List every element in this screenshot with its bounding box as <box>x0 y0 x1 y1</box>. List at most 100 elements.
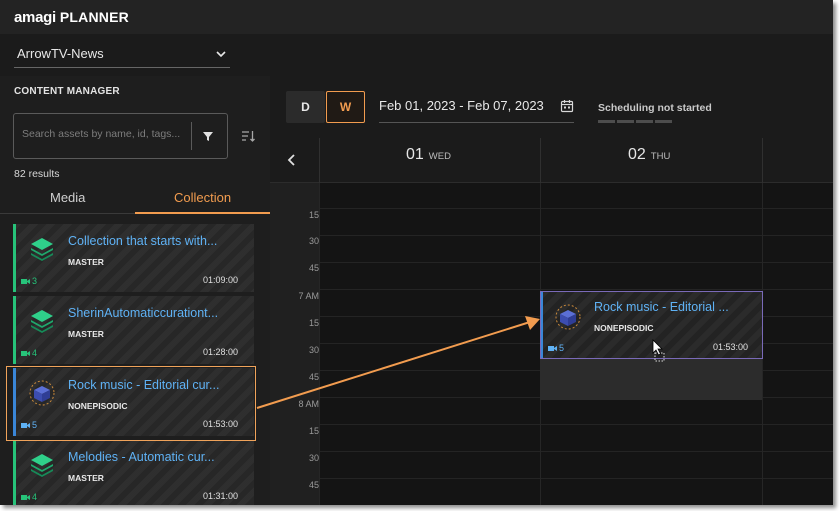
time-label: 30 <box>308 453 319 463</box>
collection-card[interactable]: Rock music - Editorial cur... NONEPISODI… <box>13 368 254 436</box>
column-separator <box>319 138 320 183</box>
day-column-header[interactable]: 01 WED <box>406 146 451 164</box>
video-camera-icon <box>548 345 557 351</box>
column-separator <box>762 138 763 183</box>
drop-target-slot[interactable] <box>540 358 762 400</box>
grid-line <box>319 478 833 479</box>
scheduling-status: Scheduling not started <box>598 102 712 114</box>
event-type: NONEPISODIC <box>594 323 654 333</box>
time-label: 15 <box>308 318 319 328</box>
stack-layers-icon <box>31 238 53 261</box>
date-range[interactable]: Feb 01, 2023 - Feb 07, 2023 <box>379 98 544 113</box>
time-label: 7 AM <box>298 291 319 301</box>
grid-line <box>319 262 833 263</box>
video-camera-icon <box>21 494 30 500</box>
card-count-value: 4 <box>32 348 38 358</box>
card-count-value: 3 <box>32 276 38 286</box>
time-gutter: 15 30 45 7 AM 15 30 45 8 AM 15 30 45 <box>270 183 319 505</box>
grid-line <box>319 424 833 425</box>
card-title: SherinAutomaticcurationt... <box>68 306 219 320</box>
grid-line <box>319 289 833 290</box>
card-duration: 01:28:00 <box>202 347 238 357</box>
time-label: 8 AM <box>298 399 319 409</box>
time-label: 45 <box>308 372 319 382</box>
calendar-icon[interactable] <box>560 99 574 113</box>
column-separator <box>540 138 541 183</box>
channel-select[interactable]: ArrowTV-News <box>14 40 230 68</box>
content-manager-panel: CONTENT MANAGER 82 results Media Collect… <box>0 76 270 505</box>
day-number: 01 <box>406 146 424 163</box>
card-accent-bar <box>13 368 16 436</box>
chevron-down-icon <box>216 50 226 57</box>
card-accent-bar <box>13 296 16 364</box>
week-view-button[interactable]: W <box>326 91 365 123</box>
stack-layers-icon <box>31 310 53 333</box>
card-type: MASTER <box>68 473 104 483</box>
day-number: 02 <box>628 146 646 163</box>
event-title: Rock music - Editorial ... <box>594 300 729 314</box>
search-box <box>13 113 228 159</box>
day-view-button[interactable]: D <box>286 91 325 123</box>
stack-layers-icon <box>31 454 53 477</box>
day-name: WED <box>428 151 451 162</box>
time-label: 30 <box>308 236 319 246</box>
tab-collection[interactable]: Collection <box>174 190 231 205</box>
filter-icon[interactable] <box>200 128 216 144</box>
card-count-value: 4 <box>32 492 38 502</box>
event-count: 5 <box>548 343 564 353</box>
day-column-header[interactable]: 02 THU <box>628 146 670 164</box>
panel-title: CONTENT MANAGER <box>14 86 120 97</box>
asset-tabs: Media Collection <box>0 182 270 214</box>
video-camera-icon <box>21 422 30 428</box>
time-label: 15 <box>308 210 319 220</box>
card-count: 4 <box>21 492 37 502</box>
card-title: Collection that starts with... <box>68 234 218 248</box>
time-label: 45 <box>308 263 319 273</box>
channel-bar: ArrowTV-News <box>0 34 833 76</box>
search-input[interactable] <box>22 128 187 140</box>
event-count-value: 5 <box>559 343 565 353</box>
card-type: MASTER <box>68 329 104 339</box>
top-bar: amagi PLANNER <box>0 0 833 34</box>
card-duration: 01:09:00 <box>202 275 238 285</box>
card-accent-bar <box>13 224 16 292</box>
date-range-underline <box>379 122 574 123</box>
event-accent-bar <box>541 292 543 358</box>
app-logo[interactable]: amagi PLANNER <box>14 9 129 26</box>
time-label: 30 <box>308 345 319 355</box>
card-count: 4 <box>21 348 37 358</box>
move-cursor-icon <box>652 339 665 362</box>
scheduler-area: D W Feb 01, 2023 - Feb 07, 2023 Scheduli… <box>270 76 833 505</box>
grid-line <box>319 451 833 452</box>
card-type: MASTER <box>68 257 104 267</box>
video-camera-icon <box>21 278 30 284</box>
status-progress-segment <box>655 120 672 123</box>
brand-name: amagi <box>14 8 56 26</box>
card-count: 3 <box>21 276 37 286</box>
day-name: THU <box>650 151 671 162</box>
column-line <box>319 183 320 505</box>
collection-card[interactable]: Collection that starts with... MASTER 3 … <box>13 224 254 292</box>
collection-card[interactable]: SherinAutomaticcurationt... MASTER 4 01:… <box>13 296 254 364</box>
collection-card[interactable]: Melodies - Automatic cur... MASTER 4 01:… <box>13 440 254 505</box>
sort-icon[interactable] <box>240 128 256 144</box>
tab-media[interactable]: Media <box>50 190 85 205</box>
scheduler-toolbar: D W Feb 01, 2023 - Feb 07, 2023 Scheduli… <box>270 76 833 138</box>
card-count-value: 5 <box>32 420 38 430</box>
day-header: 01 WED 02 THU <box>270 138 833 183</box>
grid-line <box>319 208 833 209</box>
status-progress-segment <box>617 120 634 123</box>
channel-select-value: ArrowTV-News <box>17 46 104 61</box>
product-name: PLANNER <box>59 8 129 25</box>
search-divider <box>191 122 192 150</box>
card-title: Rock music - Editorial cur... <box>68 378 220 392</box>
card-title: Melodies - Automatic cur... <box>68 450 215 464</box>
cube-grid-icon <box>555 304 581 330</box>
video-camera-icon <box>21 350 30 356</box>
card-type: NONEPISODIC <box>68 401 128 411</box>
cube-grid-icon <box>29 380 55 406</box>
status-progress-segment <box>636 120 653 123</box>
results-count: 82 results <box>14 168 60 180</box>
time-label: 45 <box>308 480 319 490</box>
chevron-left-icon[interactable] <box>284 152 300 168</box>
